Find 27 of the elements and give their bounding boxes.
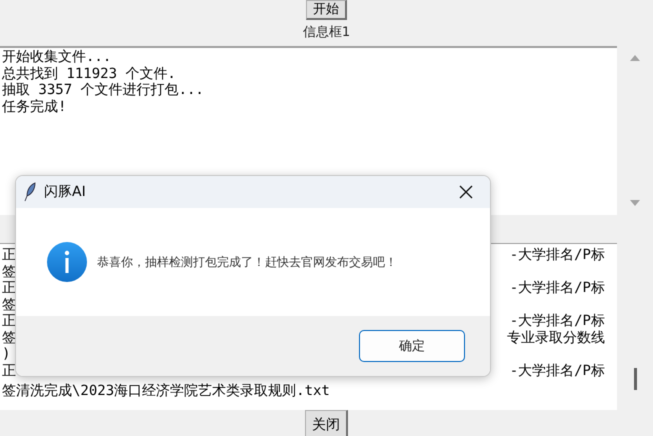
log-line: 开始收集文件... — [2, 49, 112, 66]
close-button[interactable]: 关闭 — [305, 410, 348, 436]
dialog-message: 恭喜你，抽样检测打包完成了！赶快去官网发布交易吧！ — [97, 254, 397, 270]
start-button[interactable]: 开始 — [306, 0, 347, 20]
log-line: 任务完成! — [2, 98, 68, 115]
log-line: -大学排名/P标 — [510, 313, 605, 330]
log-line: 签 — [2, 296, 16, 313]
scroll-thumb[interactable] — [634, 368, 636, 390]
log-line: 总共找到 111923 个文件. — [2, 66, 177, 82]
log-line: 签清洗完成\2023海口经济学院艺术类录取规则.txt — [2, 383, 330, 400]
feather-icon — [24, 182, 36, 202]
info-box-label: 信息框1 — [302, 24, 350, 41]
log-line: -大学排名/P标 — [510, 247, 605, 264]
log-line: 正 — [2, 280, 16, 296]
ok-button[interactable]: 确定 — [359, 330, 465, 362]
log-line: 签 — [2, 330, 16, 346]
log-line: 正 — [2, 313, 16, 330]
log-line: 正 — [2, 247, 16, 264]
log-line: -大学排名/P标 — [510, 362, 605, 379]
info-icon — [47, 242, 87, 282]
log-line: 抽取 3357 个文件进行打包... — [2, 82, 205, 98]
log-line: 专业录取分数线 — [507, 330, 605, 346]
log-line: 正 — [2, 362, 16, 379]
log-line: 签 — [2, 264, 16, 280]
log-line: ) — [2, 346, 10, 362]
log-line: -大学排名/P标 — [510, 280, 605, 296]
dialog-title: 闪豚AI — [44, 183, 87, 201]
